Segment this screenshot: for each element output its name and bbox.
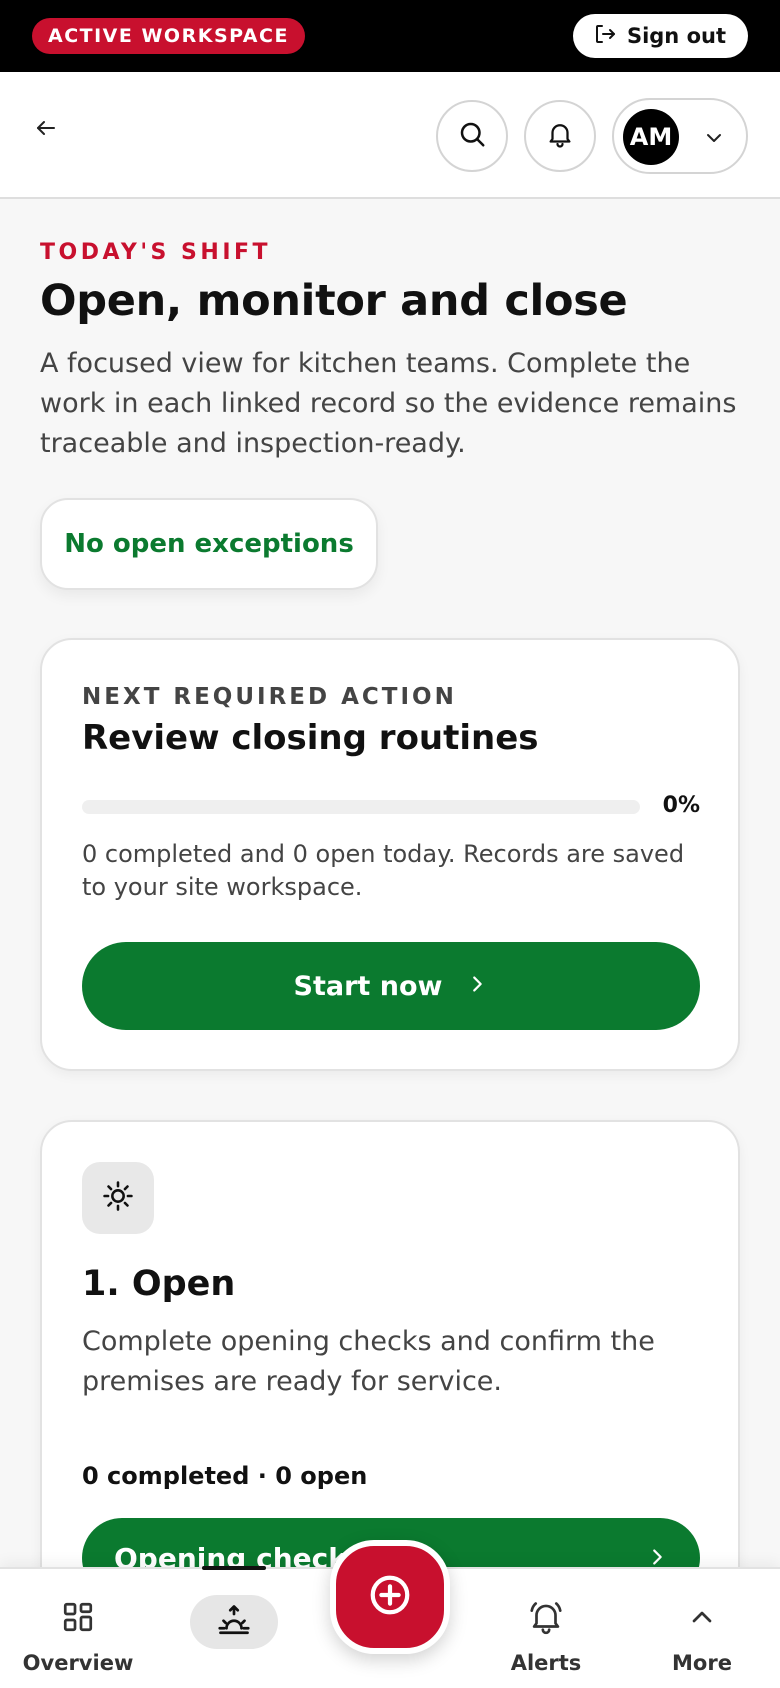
nav-more-label: More — [672, 1651, 732, 1675]
sun-icon — [101, 1179, 135, 1217]
workspace-bar: ACTIVE WORKSPACE Sign out — [0, 0, 780, 72]
next-action-eyebrow: NEXT REQUIRED ACTION — [82, 684, 457, 710]
sunrise-icon — [216, 1602, 252, 1642]
quick-add-button[interactable] — [330, 1540, 450, 1654]
progress-bar — [82, 800, 640, 814]
sign-out-button[interactable]: Sign out — [572, 14, 748, 58]
next-action-card: NEXT REQUIRED ACTION Review closing rout… — [40, 638, 740, 1071]
exceptions-status-pill[interactable]: No open exceptions — [40, 498, 378, 590]
nav-overview-label: Overview — [22, 1651, 134, 1675]
search-icon — [457, 119, 487, 153]
nav-alerts[interactable]: Alerts — [502, 1569, 590, 1688]
bell-ringing-icon — [527, 1597, 565, 1637]
search-button[interactable] — [436, 100, 508, 172]
phase-description: Complete opening checks and confirm the … — [82, 1326, 655, 1397]
avatar: AM — [623, 109, 679, 165]
sign-out-label: Sign out — [626, 24, 726, 48]
active-tab-indicator — [202, 1566, 266, 1570]
start-now-label: Start now — [293, 970, 443, 1002]
sign-out-icon — [593, 22, 617, 51]
plus-circle-icon — [367, 1572, 413, 1622]
nav-alerts-label: Alerts — [510, 1651, 582, 1675]
phase-icon-tile — [82, 1162, 154, 1234]
chevron-down-icon — [702, 126, 726, 154]
app-header: AM — [0, 72, 780, 199]
next-action-note: 0 completed and 0 open today. Records ar… — [82, 840, 685, 901]
chevron-right-icon — [466, 971, 488, 1002]
nav-more[interactable]: More — [664, 1569, 740, 1688]
arrow-left-icon — [34, 116, 58, 144]
phase-title: 1. Open — [82, 1264, 236, 1304]
page-title: Open, monitor and close — [40, 276, 628, 326]
active-workspace-badge: ACTIVE WORKSPACE — [32, 18, 305, 54]
section-eyebrow: TODAY'S SHIFT — [40, 240, 272, 265]
chevron-up-icon — [686, 1597, 718, 1637]
start-now-button[interactable]: Start now — [82, 942, 700, 1030]
grid-icon — [60, 1597, 96, 1637]
notifications-button[interactable] — [524, 100, 596, 172]
page-description: A focused view for kitchen teams. Comple… — [40, 348, 737, 459]
nav-overview[interactable]: Overview — [23, 1569, 133, 1688]
back-button[interactable] — [28, 112, 64, 148]
progress-percent: 0% — [662, 793, 700, 818]
nav-shift[interactable] — [190, 1569, 278, 1688]
user-menu-button[interactable]: AM — [612, 98, 748, 174]
nav-shift-pill — [190, 1595, 278, 1649]
phase-counts: 0 completed · 0 open — [82, 1462, 368, 1490]
bell-icon — [545, 119, 575, 153]
next-action-title: Review closing routines — [82, 718, 539, 758]
